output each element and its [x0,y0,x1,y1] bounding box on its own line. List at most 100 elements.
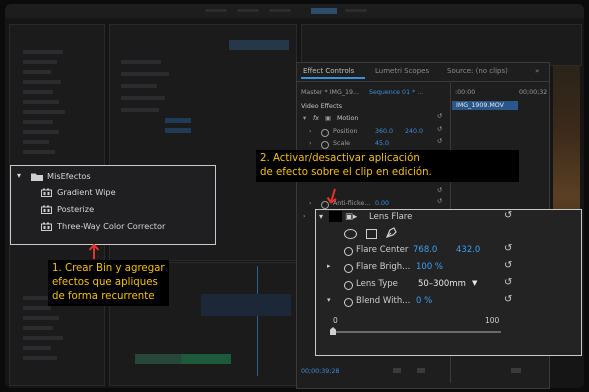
lens-type-dropdown[interactable]: 50–300mm [418,279,466,289]
flare-brightness-reset-icon[interactable]: ↺ [504,260,512,271]
row-placeholder [121,108,159,112]
position-x-value[interactable]: 360.0 [375,128,393,135]
flare-center-label: Flare Center [356,245,409,255]
menu-placeholder [237,9,259,12]
timecode-end: 00;00;32 [519,89,548,96]
fx-toggle-button[interactable] [329,211,342,222]
motion-expand-arrow[interactable]: ▾ [303,115,306,122]
tab-divider [297,81,549,82]
position-stopwatch-icon[interactable] [321,129,329,137]
list-placeholder [23,356,57,360]
menu-placeholder [269,9,291,12]
video-effect-icon [41,205,52,214]
lens-type-stopwatch-icon[interactable] [344,281,353,290]
row-placeholder [165,128,191,133]
fx-badge-icon[interactable]: fx [313,115,319,122]
video-clip-dim [201,294,291,316]
video-effects-heading: Video Effects [301,103,343,110]
position-y-value[interactable]: 240.0 [405,128,423,135]
position-expand-arrow[interactable]: › [309,128,312,135]
slider-min-label: 0 [333,316,338,325]
panel-menu-icon[interactable]: » [535,67,539,75]
list-placeholder [23,60,57,64]
anti-flicker-reset-icon[interactable]: ↺ [437,198,442,205]
flare-center-y-value[interactable]: 432.0 [456,245,480,255]
tab-effect-controls[interactable]: Effect Controls [303,67,354,75]
effects-bin-panel: ▾ MisEfectos Gradient Wipe Posterize Thr… [10,165,216,245]
flare-brightness-stopwatch-icon[interactable] [344,264,353,273]
blend-collapse-arrow[interactable]: ▾ [327,296,331,304]
row-placeholder [121,60,161,64]
scale-value[interactable]: 45.0 [375,140,389,147]
callout-one-line: efectos que apliques [52,277,158,288]
blend-label: Blend With... [356,296,411,306]
position-label: Position [333,128,358,135]
bin-collapse-arrow[interactable]: ▾ [17,171,21,180]
flare-center-x-value[interactable]: 768.0 [413,245,437,255]
list-placeholder [23,50,63,54]
row-placeholder [165,118,191,123]
anti-flicker-value[interactable]: 0.00 [375,200,389,207]
list-placeholder [23,80,61,84]
tab-source[interactable]: Source: (no clips) [447,67,508,75]
callout-two-line: de efecto sobre el clip en edición. [260,167,432,178]
rectangle-mask-icon[interactable] [366,229,377,239]
scale-reset-icon[interactable]: ↺ [437,138,442,145]
scale-stopwatch-icon[interactable] [321,141,329,149]
anti-flicker-expand-arrow[interactable]: › [309,200,312,207]
active-tab-underline [301,77,365,79]
tab-lumetri-scopes[interactable]: Lumetri Scopes [375,67,429,75]
callout-one: 1. Crear Bin y agregar efectos que apliq… [48,260,169,306]
blend-value[interactable]: 0 % [416,296,432,306]
master-clip-label[interactable]: Master * IMG_19... [301,89,359,96]
list-placeholder [23,100,59,104]
list-placeholder [23,306,51,310]
effect-item-three-way-color-corrector[interactable]: Three-Way Color Corrector [57,221,165,231]
list-placeholder [23,316,59,320]
lens-type-label: Lens Type [356,279,398,289]
blend-slider-thumb[interactable] [330,327,336,335]
flare-brightness-expand-arrow[interactable]: ▸ [327,262,331,270]
position-reset-icon[interactable]: ↺ [437,126,442,133]
lens-type-reset-icon[interactable]: ↺ [504,277,512,288]
effect-item-gradient-wipe[interactable]: Gradient Wipe [57,187,116,197]
audio-clip-dim [181,354,231,364]
motion-reset-icon[interactable]: ↺ [437,113,442,120]
lens-flare-reset-icon[interactable]: ↺ [504,210,512,221]
effect-item-posterize[interactable]: Posterize [57,204,94,214]
scroll-control[interactable] [393,368,401,373]
row-placeholder [121,84,157,88]
menu-placeholder [205,9,227,12]
flare-brightness-label: Flare Brigh... [356,262,411,272]
list-placeholder [23,70,51,74]
list-placeholder [23,120,53,124]
flare-center-reset-icon[interactable]: ↺ [504,243,512,254]
pen-mask-icon[interactable] [385,226,397,239]
sequence-clip-label[interactable]: Sequence 01 * ... [369,89,423,96]
lens-flare-effect-icon: ▣▸ [345,212,358,222]
lens-flare-collapse-arrow[interactable]: ▾ [319,212,323,221]
screenshot-stage: Effect Controls Lumetri Scopes Source: (… [0,0,589,392]
blend-reset-icon[interactable]: ↺ [504,294,512,305]
scroll-control[interactable] [417,368,425,373]
list-placeholder [23,140,49,144]
ellipse-mask-icon[interactable] [344,229,357,239]
row-placeholder [121,96,165,100]
scroll-control[interactable] [511,368,521,373]
lens-flare-title[interactable]: Lens Flare [369,212,412,222]
chevron-down-icon[interactable]: ▼ [472,279,477,287]
flare-brightness-value[interactable]: 100 % [416,262,443,272]
callout-two-line: 2. Activar/desactivar aplicación [260,153,420,164]
blend-slider-track[interactable] [333,331,501,333]
callout-one-line: de forma recurrente [52,291,155,302]
playhead-dim [257,266,258,376]
menu-bar [5,4,584,18]
reset-icon[interactable]: ↺ [437,187,442,194]
bin-name[interactable]: MisEfectos [47,171,91,181]
flare-center-stopwatch-icon[interactable] [344,247,353,256]
scale-expand-arrow[interactable]: › [309,140,312,147]
current-time-display[interactable]: 00;00;39;28 [301,368,339,375]
blend-stopwatch-icon[interactable] [344,298,353,307]
row-expand-arrow[interactable]: › [303,213,306,220]
list-placeholder [23,326,53,330]
